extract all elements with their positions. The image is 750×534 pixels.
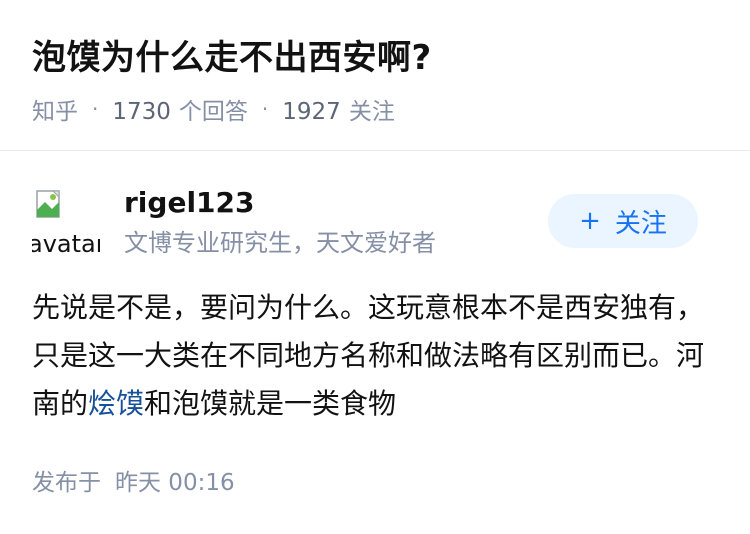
- meta-separator: ·: [261, 97, 269, 121]
- plus-icon: +: [579, 206, 601, 236]
- source-label[interactable]: 知乎: [32, 92, 78, 126]
- publish-label: 发布于: [32, 470, 101, 496]
- question-title[interactable]: 泡馍为什么走不出西安啊?: [32, 34, 432, 82]
- publish-time: 昨天 00:16: [115, 470, 235, 496]
- answer-text-after-link: 和泡馍就是一类食物: [144, 387, 397, 420]
- avatar-alt-text: avatar: [32, 230, 100, 256]
- answer-content: 先说是不是，要问为什么。这玩意根本不是西安独有，只是这一大类在不同地方名称和做法…: [32, 284, 712, 428]
- follower-count-label: 关注: [348, 99, 395, 125]
- avatar[interactable]: avatar: [32, 188, 100, 256]
- follow-button-label: 关注: [614, 208, 667, 239]
- answer-inline-link[interactable]: 烩馍: [88, 387, 144, 420]
- author-row: avatar rigel123 文博专业研究生，天文爱好者 + 关注: [0, 180, 750, 264]
- follow-button[interactable]: + 关注: [548, 194, 698, 248]
- answer-count-label: 个回答: [178, 99, 248, 125]
- question-meta: 知乎 · 1730 个回答 · 1927 关注: [32, 92, 395, 126]
- publish-info: 发布于 昨天 00:16: [32, 464, 235, 502]
- author-bio: 文博专业研究生，天文爱好者: [124, 229, 436, 257]
- follower-count-link[interactable]: 1927 关注: [282, 92, 395, 126]
- follower-count: 1927: [282, 99, 341, 125]
- answer-count: 1730: [112, 99, 171, 125]
- answer-count-link[interactable]: 1730 个回答: [112, 92, 248, 126]
- author-name[interactable]: rigel123: [124, 184, 254, 222]
- broken-image-icon: [36, 190, 60, 218]
- question-header: 泡馍为什么走不出西安啊? 知乎 · 1730 个回答 · 1927 关注: [0, 0, 750, 151]
- meta-separator: ·: [92, 97, 99, 121]
